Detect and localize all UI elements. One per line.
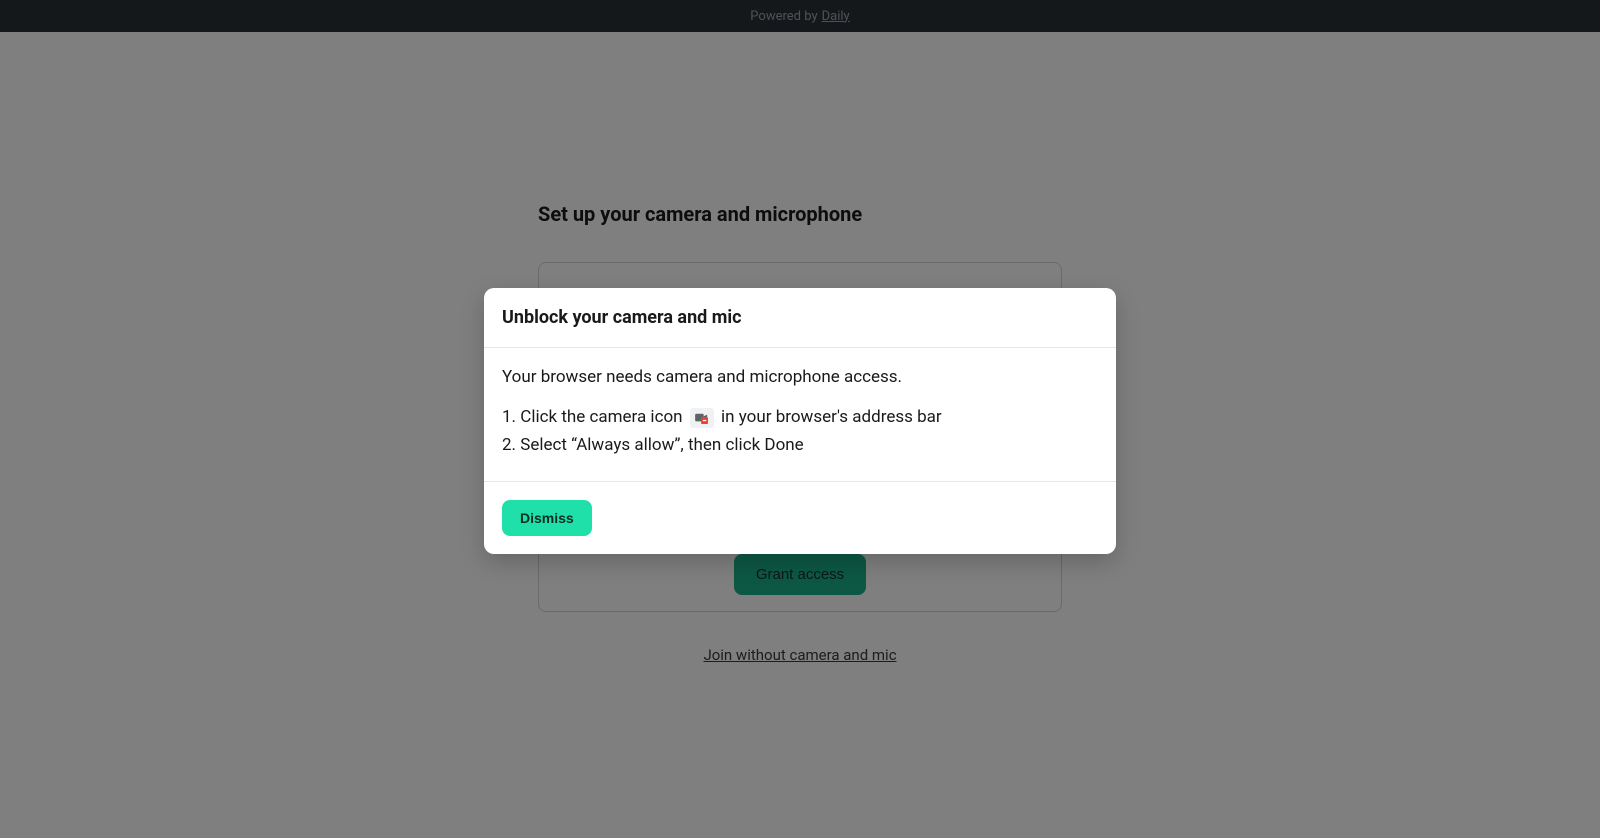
modal-step-2: 2. Select “Always allow”, then click Don… xyxy=(502,431,1098,459)
camera-blocked-icon xyxy=(690,408,714,428)
dismiss-button[interactable]: Dismiss xyxy=(502,500,592,536)
modal-footer: Dismiss xyxy=(484,482,1116,554)
step1-suffix: in your browser's address bar xyxy=(721,407,942,427)
modal-step-1: 1. Click the camera icon in your browser… xyxy=(502,403,1098,431)
modal-body: Your browser needs camera and microphone… xyxy=(484,348,1116,482)
step1-prefix: 1. Click the camera icon xyxy=(502,407,687,427)
modal-body-text: Your browser needs camera and microphone… xyxy=(502,367,1098,387)
modal-overlay[interactable]: Unblock your camera and mic Your browser… xyxy=(0,0,1600,838)
modal-title: Unblock your camera and mic xyxy=(502,307,1098,328)
modal-steps: 1. Click the camera icon in your browser… xyxy=(502,403,1098,459)
modal-header: Unblock your camera and mic xyxy=(484,288,1116,348)
unblock-modal: Unblock your camera and mic Your browser… xyxy=(484,288,1116,554)
